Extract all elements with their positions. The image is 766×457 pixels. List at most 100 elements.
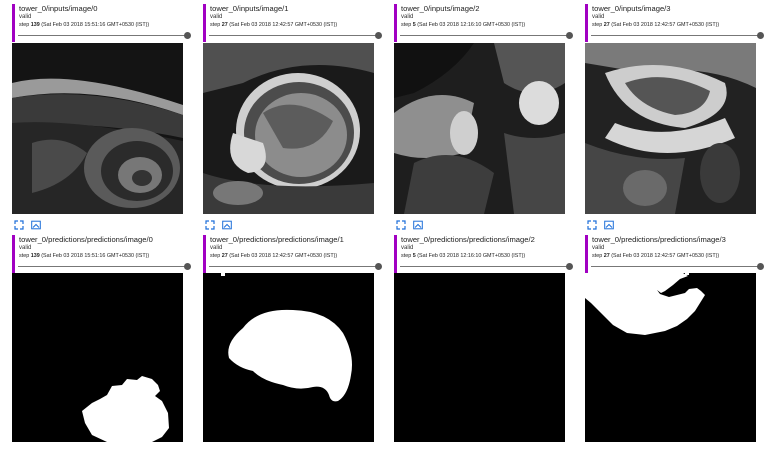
tag-name: tower_0/inputs/image/1 [210,4,289,13]
card-header: tower_0/inputs/image/2 valid step 5 (Sat… [394,4,573,42]
step-slider-handle[interactable] [184,263,191,270]
fullscreen-icon[interactable] [587,220,597,230]
card-header: tower_0/predictions/predictions/image/0 … [12,235,191,273]
step-value: 27 [603,253,610,259]
step-value: 27 [603,22,610,28]
step-slider-handle[interactable] [375,32,382,39]
mask-image-3 [585,273,756,442]
step-time: (Sat Feb 03 2018 12:16:10 GMT+0530 (IST)… [417,253,526,259]
step-time: (Sat Feb 03 2018 15:51:16 GMT+0530 (IST)… [41,22,150,28]
actual-size-icon[interactable] [31,220,41,230]
card-header: tower_0/predictions/predictions/image/2 … [394,235,573,273]
step-time: (Sat Feb 03 2018 12:42:57 GMT+0530 (IST)… [229,253,338,259]
run-name: valid [401,245,414,251]
card-header: tower_0/inputs/image/0 valid step 139 (S… [12,4,191,42]
step-time: (Sat Feb 03 2018 12:16:10 GMT+0530 (IST)… [417,22,526,28]
step-slider[interactable] [400,32,573,39]
image-card: tower_0/predictions/predictions/image/1 … [203,235,382,273]
step-info: step 139 (Sat Feb 03 2018 15:51:16 GMT+0… [19,21,190,29]
mri-image-2 [394,43,565,214]
run-name: valid [19,14,32,20]
step-slider[interactable] [209,32,382,39]
tag-name: tower_0/inputs/image/0 [19,4,98,13]
run-name: valid [401,14,414,20]
card-header: tower_0/inputs/image/3 valid step 27 (Sa… [585,4,764,42]
image-card: tower_0/inputs/image/2 valid step 5 (Sat… [394,4,573,42]
step-slider-handle[interactable] [566,263,573,270]
step-slider[interactable] [591,263,764,270]
step-slider[interactable] [400,263,573,270]
image-card: tower_0/inputs/image/3 valid step 27 (Sa… [585,4,764,42]
step-info: step 139 (Sat Feb 03 2018 15:51:16 GMT+0… [19,252,190,260]
step-slider-handle[interactable] [375,263,382,270]
mask-image-2 [394,273,565,442]
step-label: step [19,253,30,259]
step-slider-handle[interactable] [184,32,191,39]
step-time: (Sat Feb 03 2018 12:42:57 GMT+0530 (IST)… [611,253,720,259]
step-slider[interactable] [18,32,191,39]
step-time: (Sat Feb 03 2018 15:51:16 GMT+0530 (IST)… [41,253,150,259]
tag-name: tower_0/inputs/image/3 [592,4,671,13]
mri-image-0 [12,43,183,214]
step-slider[interactable] [591,32,764,39]
step-time: (Sat Feb 03 2018 12:42:57 GMT+0530 (IST)… [611,22,720,28]
actual-size-icon[interactable] [222,220,232,230]
image-card: tower_0/inputs/image/1 valid step 27 (Sa… [203,4,382,42]
image-actions [205,220,235,230]
fullscreen-icon[interactable] [14,220,24,230]
step-slider-handle[interactable] [566,32,573,39]
card-header: tower_0/predictions/predictions/image/3 … [585,235,764,273]
image-card: tower_0/predictions/predictions/image/0 … [12,235,191,273]
step-value: 5 [412,253,416,259]
step-time: (Sat Feb 03 2018 12:42:57 GMT+0530 (IST)… [229,22,338,28]
mri-image-1 [203,43,374,214]
step-slider[interactable] [18,263,191,270]
image-card: tower_0/predictions/predictions/image/3 … [585,235,764,273]
step-info: step 27 (Sat Feb 03 2018 12:42:57 GMT+05… [592,252,763,260]
tag-name: tower_0/predictions/predictions/image/2 [401,235,535,244]
image-actions [14,220,44,230]
tag-name: tower_0/predictions/predictions/image/1 [210,235,344,244]
card-header: tower_0/inputs/image/1 valid step 27 (Sa… [203,4,382,42]
run-name: valid [210,245,223,251]
step-slider-handle[interactable] [757,263,764,270]
step-info: step 27 (Sat Feb 03 2018 12:42:57 GMT+05… [210,252,381,260]
run-name: valid [592,245,605,251]
tag-name: tower_0/inputs/image/2 [401,4,480,13]
step-value: 27 [221,22,228,28]
run-name: valid [210,14,223,20]
image-card: tower_0/predictions/predictions/image/2 … [394,235,573,273]
mask-image-0 [12,273,183,442]
fullscreen-icon[interactable] [396,220,406,230]
step-info: step 5 (Sat Feb 03 2018 12:16:10 GMT+053… [401,21,572,29]
image-actions [587,220,617,230]
step-label: step [592,253,603,259]
step-value: 139 [30,22,40,28]
tag-name: tower_0/predictions/predictions/image/0 [19,235,153,244]
step-value: 5 [412,22,416,28]
step-label: step [401,253,412,259]
step-label: step [592,22,603,28]
step-label: step [19,22,30,28]
run-name: valid [19,245,32,251]
actual-size-icon[interactable] [413,220,423,230]
run-name: valid [592,14,605,20]
tag-name: tower_0/predictions/predictions/image/3 [592,235,726,244]
step-info: step 5 (Sat Feb 03 2018 12:16:10 GMT+053… [401,252,572,260]
step-value: 27 [221,253,228,259]
image-card: tower_0/inputs/image/0 valid step 139 (S… [12,4,191,42]
step-slider-handle[interactable] [757,32,764,39]
mri-image-3 [585,43,756,214]
step-label: step [210,22,221,28]
image-actions [396,220,426,230]
step-label: step [401,22,412,28]
mask-image-1 [203,273,374,442]
card-header: tower_0/predictions/predictions/image/1 … [203,235,382,273]
step-slider[interactable] [209,263,382,270]
step-value: 139 [30,253,40,259]
actual-size-icon[interactable] [604,220,614,230]
step-label: step [210,253,221,259]
step-info: step 27 (Sat Feb 03 2018 12:42:57 GMT+05… [592,21,763,29]
fullscreen-icon[interactable] [205,220,215,230]
step-info: step 27 (Sat Feb 03 2018 12:42:57 GMT+05… [210,21,381,29]
